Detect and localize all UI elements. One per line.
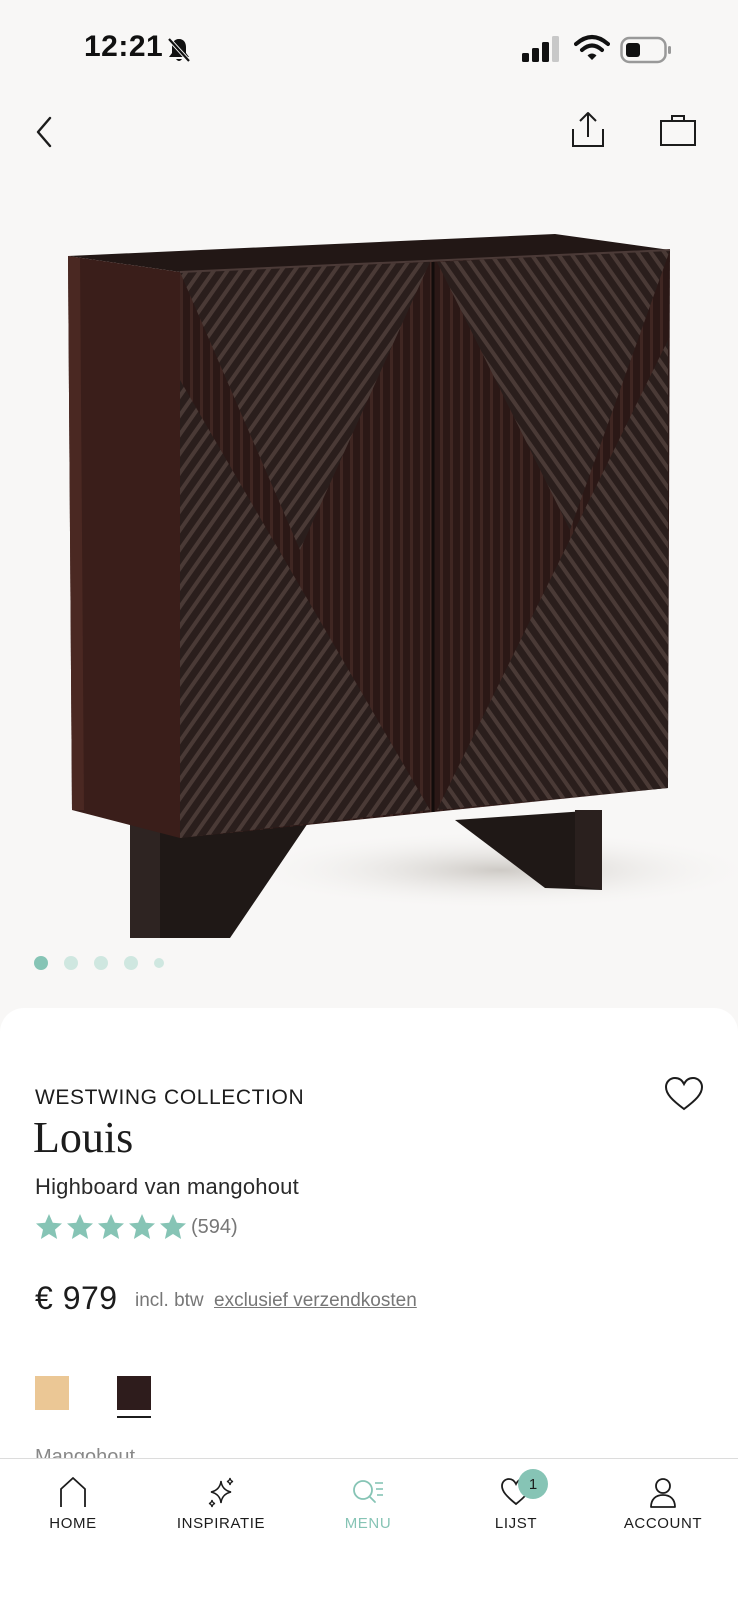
star-icon — [36, 1214, 62, 1239]
tab-label: ACCOUNT — [623, 1515, 703, 1532]
user-icon — [650, 1478, 676, 1508]
top-navigation — [0, 100, 738, 170]
star-icon — [129, 1214, 155, 1239]
gallery-dot[interactable] — [154, 958, 164, 968]
tab-inspiratie[interactable]: INSPIRATIE — [156, 1459, 286, 1559]
sparkles-icon — [208, 1477, 234, 1508]
bottom-tab-bar: HOME INSPIRATIE MENU LIJST 1 ACCOUNT — [0, 1458, 738, 1600]
gallery-dot[interactable] — [34, 956, 48, 970]
shopping-bag-icon — [660, 115, 696, 146]
review-count: (594) — [191, 1215, 238, 1238]
product-name: Louis — [33, 1113, 134, 1162]
color-swatch-dark-wood[interactable] — [117, 1376, 151, 1410]
star-icon — [67, 1214, 93, 1239]
wifi-icon — [574, 35, 610, 60]
battery-icon — [620, 36, 671, 64]
product-subtitle: Highboard van mangohout — [35, 1174, 299, 1199]
vat-text: incl. btw — [135, 1290, 204, 1311]
product-brand[interactable]: WESTWING COLLECTION — [35, 1086, 304, 1110]
star-icon — [160, 1214, 186, 1239]
gallery-dot[interactable] — [124, 956, 138, 970]
tab-account[interactable]: ACCOUNT — [598, 1459, 728, 1559]
chevron-left-icon — [36, 116, 52, 148]
color-swatch-light-wood[interactable] — [35, 1376, 69, 1410]
share-icon — [572, 112, 604, 147]
status-time: 12:21 — [84, 30, 164, 63]
cellular-signal-icon — [522, 36, 559, 62]
tab-label: HOME — [49, 1515, 97, 1532]
shipping-costs-link[interactable]: exclusief verzendkosten — [214, 1290, 417, 1312]
gallery-dot[interactable] — [64, 956, 78, 970]
tab-label: LIJST — [494, 1515, 538, 1532]
tab-home[interactable]: HOME — [8, 1459, 138, 1559]
tab-label: INSPIRATIE — [176, 1515, 266, 1532]
wishlist-count-badge: 1 — [518, 1469, 548, 1499]
rating[interactable]: (594) — [34, 1212, 238, 1242]
tab-lijst[interactable]: LIJST 1 — [451, 1459, 581, 1559]
shopping-bag-button[interactable] — [656, 108, 700, 152]
tab-menu[interactable]: MENU — [303, 1459, 433, 1559]
status-bar: 12:21 — [0, 0, 738, 100]
bell-slash-icon — [167, 37, 191, 63]
gallery-pagination — [34, 956, 164, 970]
search-menu-icon — [353, 1480, 383, 1503]
product-image[interactable] — [0, 170, 738, 1000]
product-price: € 979 — [35, 1280, 118, 1316]
back-button[interactable] — [24, 110, 64, 154]
gallery-dot[interactable] — [94, 956, 108, 970]
star-icon — [98, 1214, 124, 1239]
share-button[interactable] — [566, 108, 610, 152]
tab-label: MENU — [344, 1515, 392, 1532]
wishlist-heart-icon[interactable] — [664, 1076, 704, 1112]
home-icon — [60, 1477, 86, 1507]
selected-swatch-indicator — [117, 1416, 151, 1418]
